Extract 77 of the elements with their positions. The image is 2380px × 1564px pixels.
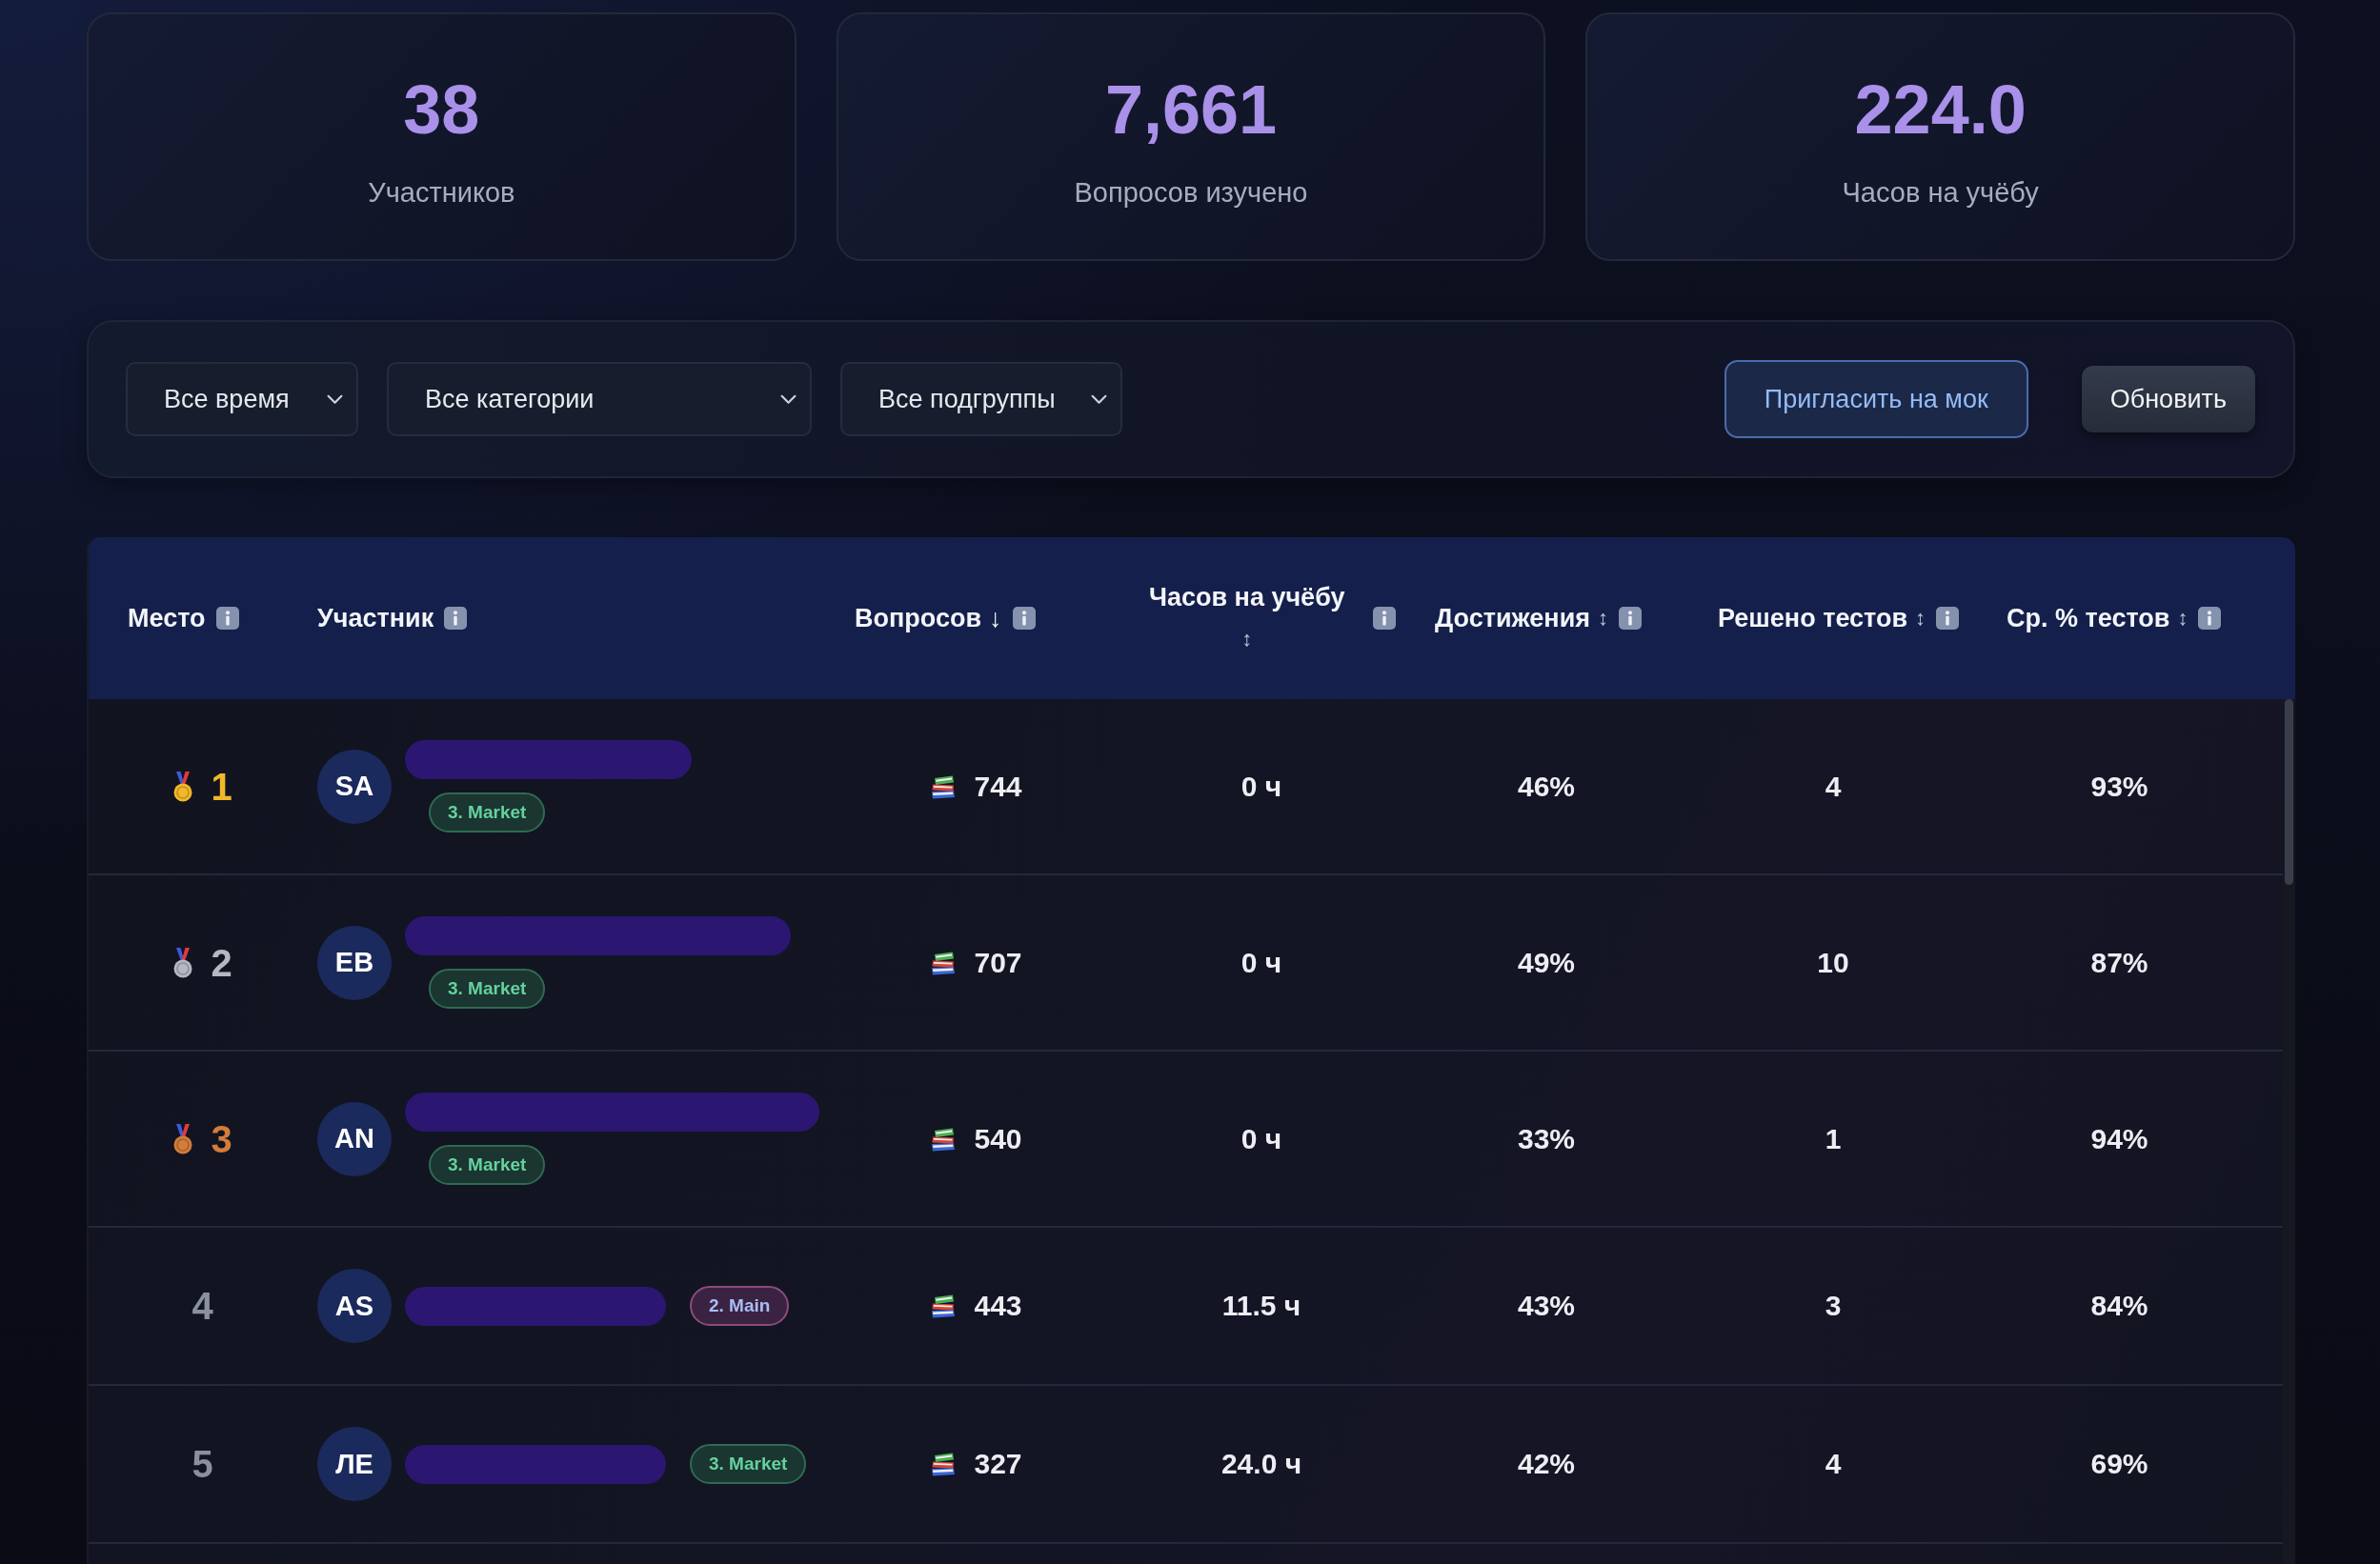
achievements-percent: 33% xyxy=(1517,1122,1575,1155)
rank-number: 5 xyxy=(192,1442,213,1486)
refresh-button[interactable]: Обновить xyxy=(2081,366,2255,432)
study-hours: 0 ч xyxy=(1240,770,1282,803)
group-tag: 3. Market xyxy=(690,1444,807,1484)
group-tag: 2. Main xyxy=(690,1286,790,1326)
avatar-initials: AS xyxy=(317,1269,392,1343)
stat-label: Часов на учёбу xyxy=(1842,175,2039,209)
achievements-percent: 46% xyxy=(1517,770,1575,803)
sort-arrow[interactable]: ↓ xyxy=(989,597,1002,639)
sort-arrow[interactable]: ↕ xyxy=(1915,597,1926,639)
info-icon[interactable] xyxy=(2198,607,2222,630)
achievements-percent: 43% xyxy=(1517,1290,1575,1322)
avatar-initials: SA xyxy=(317,749,392,824)
info-icon[interactable] xyxy=(1373,607,1397,630)
achievements-percent: 49% xyxy=(1517,946,1575,979)
avatar-initials: AN xyxy=(317,1101,392,1176)
study-hours: 0 ч xyxy=(1240,1122,1282,1155)
column-header[interactable]: Достижения xyxy=(1435,597,1590,639)
scrollbar-thumb[interactable] xyxy=(2285,699,2293,885)
tests-solved: 10 xyxy=(1817,946,1849,979)
filter-dropdown[interactable]: Все время xyxy=(126,362,358,436)
average-test-percent: 87% xyxy=(2090,946,2148,979)
group-tag: 3. Market xyxy=(429,1145,546,1185)
tests-solved: 4 xyxy=(1825,1448,1842,1480)
questions-count: 707 xyxy=(974,946,1022,979)
stat-label: Участников xyxy=(368,175,515,209)
column-header[interactable]: Решено тестов xyxy=(1718,597,1908,639)
sort-arrow[interactable]: ↕ xyxy=(1598,597,1608,639)
rank-number: 1 xyxy=(211,764,232,809)
sort-arrow[interactable]: ↕ xyxy=(1241,618,1253,660)
column-header: Место xyxy=(128,603,206,634)
rank-number: 4 xyxy=(192,1284,213,1328)
filter-dropdown[interactable]: Все категории xyxy=(387,362,812,436)
average-test-percent: 93% xyxy=(2090,770,2148,803)
achievements-percent: 42% xyxy=(1517,1448,1575,1480)
stat-label: Вопросов изучено xyxy=(1074,175,1308,209)
info-icon[interactable] xyxy=(1936,607,1960,630)
study-hours: 24.0 ч xyxy=(1220,1448,1302,1480)
average-test-percent: 94% xyxy=(2090,1122,2148,1155)
group-tag: 3. Market xyxy=(429,792,546,832)
column-header: Участник xyxy=(317,603,434,634)
average-test-percent: 69% xyxy=(2090,1448,2148,1480)
chevron-down-icon xyxy=(327,393,343,405)
questions-count: 540 xyxy=(974,1122,1022,1155)
rank-number: 3 xyxy=(211,1116,232,1161)
books-icon xyxy=(930,1293,958,1319)
avatar-initials: ЛЕ xyxy=(317,1427,392,1501)
column-header[interactable]: Вопросов xyxy=(855,597,982,639)
questions-count: 744 xyxy=(974,770,1022,803)
avatar-initials: EB xyxy=(317,925,392,1000)
filter-dropdown[interactable]: Все подгруппы xyxy=(840,362,1122,436)
study-hours: 0 ч xyxy=(1240,946,1282,979)
tests-solved: 3 xyxy=(1825,1290,1842,1322)
stat-value: 7,661 xyxy=(1104,70,1278,148)
invite-button[interactable]: Пригласить на мок xyxy=(1724,360,2028,438)
stat-value: 224.0 xyxy=(1854,70,2027,148)
questions-count: 443 xyxy=(974,1290,1022,1322)
rank-number: 2 xyxy=(211,940,232,985)
info-icon[interactable] xyxy=(1012,607,1036,630)
group-tag: 3. Market xyxy=(429,969,546,1009)
chevron-down-icon xyxy=(1091,393,1107,405)
stat-value: 38 xyxy=(403,70,480,148)
tests-solved: 4 xyxy=(1825,770,1842,803)
column-header[interactable]: Ср. % тестов xyxy=(2007,597,2170,639)
questions-count: 327 xyxy=(974,1448,1022,1480)
study-hours: 11.5 ч xyxy=(1221,1290,1301,1322)
info-icon[interactable] xyxy=(444,607,468,630)
tests-solved: 1 xyxy=(1825,1122,1842,1155)
info-icon[interactable] xyxy=(1619,607,1642,630)
column-header[interactable]: Часов на учёбу xyxy=(1149,576,1345,618)
sort-arrow[interactable]: ↕ xyxy=(2177,597,2188,639)
books-icon xyxy=(930,1451,958,1477)
average-test-percent: 84% xyxy=(2090,1290,2148,1322)
info-icon[interactable] xyxy=(215,607,239,630)
scrollbar-track[interactable] xyxy=(2283,699,2295,1564)
chevron-down-icon xyxy=(780,393,797,405)
